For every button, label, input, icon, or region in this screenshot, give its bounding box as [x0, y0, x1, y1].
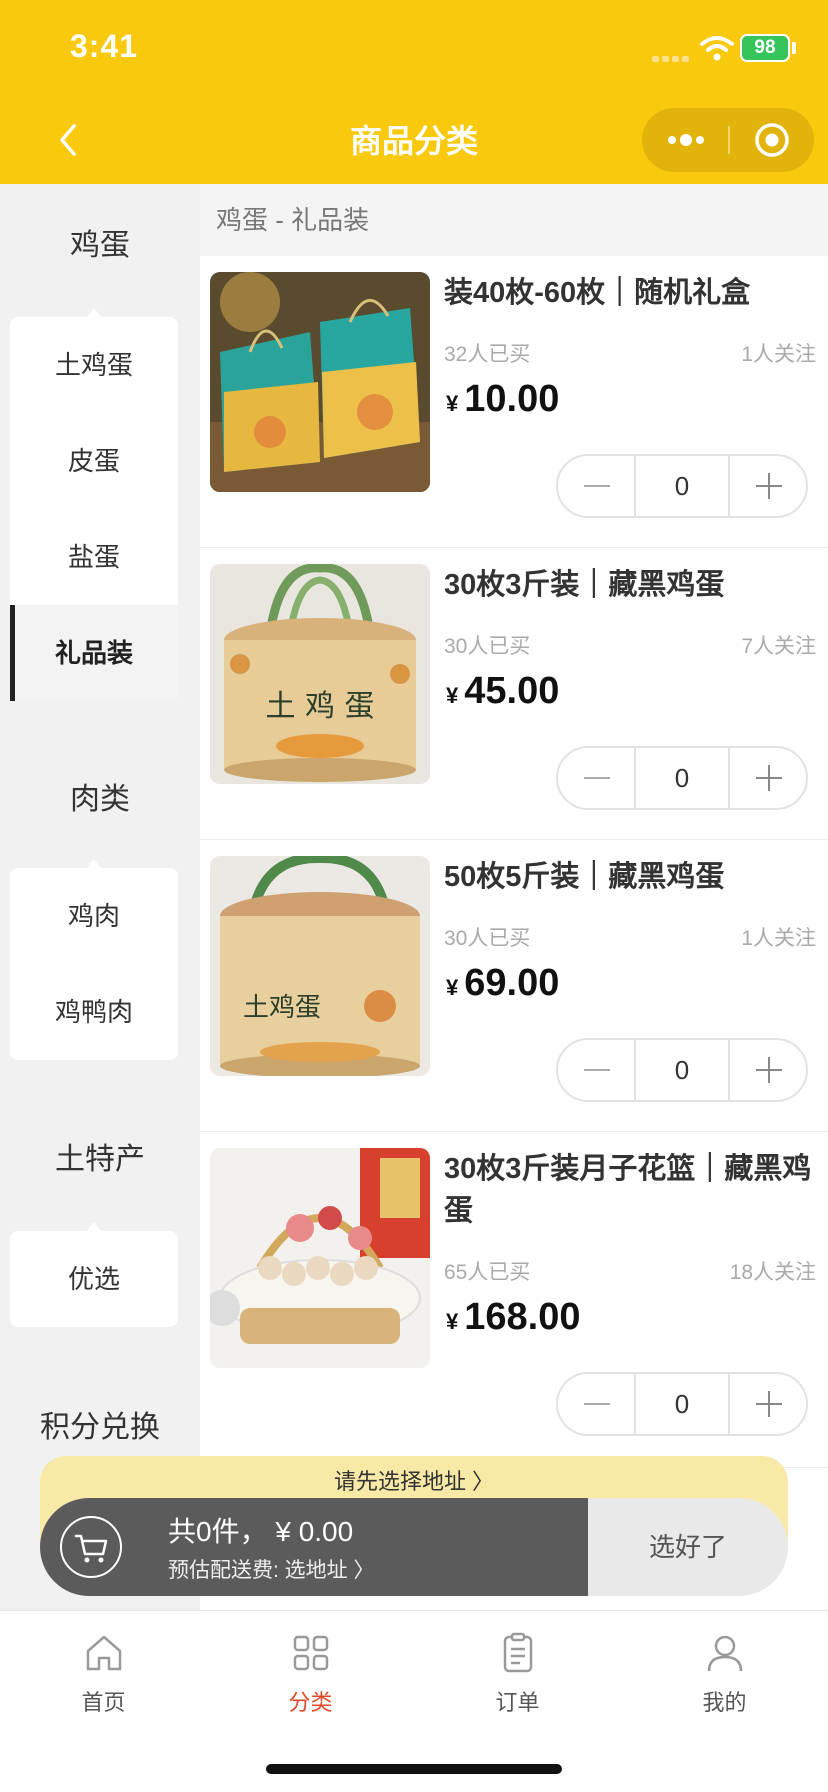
- cart-summary-area[interactable]: 共0件， ¥ 0.00 预估配送费: 选地址 〉: [40, 1498, 588, 1596]
- close-miniprogram-icon[interactable]: [752, 120, 792, 160]
- currency-symbol: ¥: [446, 1309, 459, 1334]
- delivery-fee[interactable]: 预估配送费: 选地址 〉: [168, 1554, 375, 1584]
- subcategory-item[interactable]: 皮蛋: [10, 413, 178, 509]
- decrease-button[interactable]: [558, 1040, 636, 1100]
- price-value: 69.00: [464, 962, 560, 1004]
- subcategory-item[interactable]: 土鸡蛋: [10, 317, 178, 413]
- svg-text:土 鸡 蛋: 土 鸡 蛋: [265, 689, 374, 724]
- product-card[interactable]: 土鸡蛋 50枚5斤装｜藏黑鸡蛋 30人已买 1人关注 ¥69.00 0: [200, 840, 828, 1132]
- confirm-selection-button[interactable]: 选好了: [588, 1498, 788, 1596]
- sold-count: 30人已买: [444, 635, 531, 658]
- tab-label: 分类: [288, 1690, 333, 1715]
- quantity-value[interactable]: 0: [636, 456, 728, 516]
- cellular-signal-icon: [652, 54, 692, 62]
- product-card[interactable]: 土 鸡 蛋 30枚3斤装｜藏黑鸡蛋 30人已买 7人关注 ¥45.00 0: [200, 548, 828, 840]
- subcategory-item-active[interactable]: 礼品装: [10, 605, 178, 701]
- currency-symbol: ¥: [446, 683, 459, 708]
- section-title: 鸡蛋 - 礼品装: [200, 184, 828, 256]
- top-header: 3:41 98 商品分类: [0, 0, 828, 184]
- cart-bar: 共0件， ¥ 0.00 预估配送费: 选地址 〉 选好了: [40, 1498, 788, 1596]
- increase-button[interactable]: [728, 1040, 806, 1100]
- product-image-bamboo-basket[interactable]: 土鸡蛋: [210, 856, 430, 1076]
- product-price: ¥10.00: [446, 378, 559, 421]
- battery-indicator: 98: [740, 34, 790, 62]
- decrease-button[interactable]: [558, 748, 636, 808]
- currency-symbol: ¥: [446, 391, 459, 416]
- quantity-value[interactable]: 0: [636, 1040, 728, 1100]
- battery-cap: [792, 42, 796, 54]
- increase-button[interactable]: [728, 748, 806, 808]
- product-price: ¥69.00: [446, 962, 559, 1005]
- more-icon[interactable]: [662, 126, 710, 154]
- category-meat[interactable]: 肉类: [0, 774, 200, 818]
- decrease-button[interactable]: [558, 1374, 636, 1434]
- tab-category[interactable]: 分类: [207, 1631, 414, 1731]
- sold-count: 32人已买: [444, 343, 531, 366]
- product-price: ¥45.00: [446, 670, 559, 713]
- product-image-bamboo-basket[interactable]: 土 鸡 蛋: [210, 564, 430, 784]
- follow-count: 1人关注: [741, 927, 816, 950]
- product-list: 鸡蛋 - 礼品装 装40枚-60枚｜随机礼盒 32人已买 1人关注 ¥10.00…: [200, 184, 828, 1610]
- product-card[interactable]: 装40枚-60枚｜随机礼盒 32人已买 1人关注 ¥10.00 0: [200, 256, 828, 548]
- quantity-stepper: 0: [556, 1038, 808, 1102]
- tab-home[interactable]: 首页: [0, 1631, 207, 1731]
- category-points[interactable]: 积分兑换: [0, 1402, 200, 1446]
- tab-profile[interactable]: 我的: [621, 1631, 828, 1731]
- product-price: ¥168.00: [446, 1296, 580, 1339]
- follow-count: 18人关注: [729, 1261, 816, 1284]
- quantity-stepper: 0: [556, 1372, 808, 1436]
- category-specialty[interactable]: 土特产: [0, 1134, 200, 1178]
- svg-text:土鸡蛋: 土鸡蛋: [243, 993, 321, 1023]
- capsule-divider: [728, 126, 730, 154]
- cart-total: 共0件， ¥ 0.00: [168, 1516, 354, 1547]
- currency-symbol: ¥: [446, 975, 459, 1000]
- product-name[interactable]: 装40枚-60枚｜随机礼盒: [444, 272, 818, 314]
- subcategory-item[interactable]: 鸡肉: [10, 868, 178, 964]
- order-icon: [503, 1632, 532, 1673]
- subcategory-item[interactable]: 优选: [10, 1231, 178, 1327]
- home-indicator: [266, 1764, 562, 1774]
- quantity-value[interactable]: 0: [636, 748, 728, 808]
- status-time: 3:41: [70, 28, 139, 64]
- increase-button[interactable]: [728, 456, 806, 516]
- increase-button[interactable]: [728, 1374, 806, 1434]
- decrease-button[interactable]: [558, 456, 636, 516]
- product-name[interactable]: 50枚5斤装｜藏黑鸡蛋: [444, 856, 818, 898]
- product-image-flower-basket[interactable]: [210, 1148, 430, 1368]
- cart-icon[interactable]: [60, 1516, 122, 1578]
- sold-count: 30人已买: [444, 927, 531, 950]
- user-icon: [707, 1635, 742, 1672]
- quantity-stepper: 0: [556, 454, 808, 518]
- sold-count: 65人已买: [444, 1261, 531, 1284]
- tab-label: 我的: [702, 1690, 747, 1715]
- follow-count: 1人关注: [741, 343, 816, 366]
- category-eggs[interactable]: 鸡蛋: [0, 220, 200, 264]
- category-icon: [293, 1635, 328, 1671]
- price-value: 45.00: [464, 670, 560, 712]
- product-image-gift-box[interactable]: [210, 272, 430, 492]
- product-card[interactable]: 30枚3斤装月子花篮｜藏黑鸡蛋 65人已买 18人关注 ¥168.00 0: [200, 1132, 828, 1468]
- subcategory-item[interactable]: 鸡鸭肉: [10, 964, 178, 1060]
- tab-orders[interactable]: 订单: [414, 1631, 621, 1731]
- quantity-stepper: 0: [556, 746, 808, 810]
- price-value: 10.00: [464, 378, 560, 420]
- tab-label: 订单: [495, 1690, 540, 1715]
- product-name[interactable]: 30枚3斤装月子花篮｜藏黑鸡蛋: [444, 1148, 818, 1232]
- home-icon: [86, 1635, 121, 1671]
- subcategory-item[interactable]: 盐蛋: [10, 509, 178, 605]
- shopping-cart-icon: [74, 1534, 108, 1563]
- wifi-icon: [700, 36, 734, 61]
- quantity-value[interactable]: 0: [636, 1374, 728, 1434]
- tab-label: 首页: [81, 1690, 126, 1715]
- category-sidebar: 鸡蛋 土鸡蛋 皮蛋 盐蛋 礼品装 肉类 鸡肉 鸡鸭肉 土特产 优选 积分兑换: [0, 184, 200, 1610]
- product-name[interactable]: 30枚3斤装｜藏黑鸡蛋: [444, 564, 818, 606]
- follow-count: 7人关注: [741, 635, 816, 658]
- miniprogram-capsule: [642, 108, 814, 172]
- price-value: 168.00: [464, 1296, 581, 1338]
